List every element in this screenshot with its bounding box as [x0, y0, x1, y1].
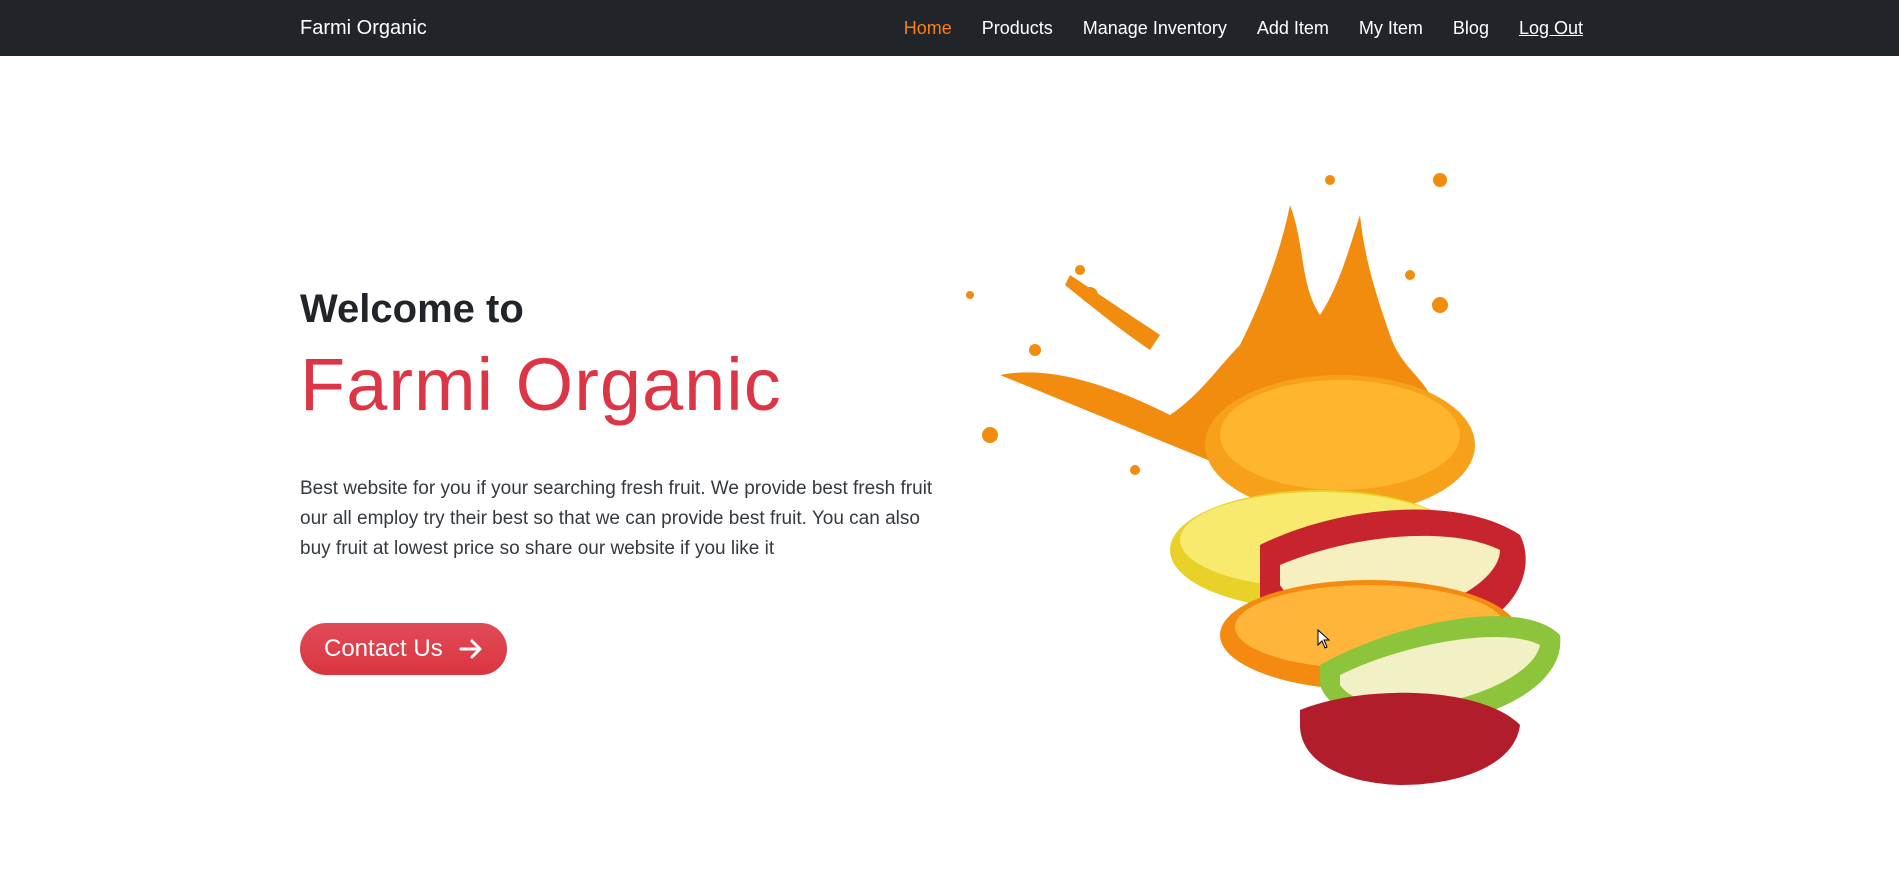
nav-link-blog[interactable]: Blog	[1453, 18, 1489, 39]
fruit-splash-image	[966, 173, 1561, 785]
nav-link-logout[interactable]: Log Out	[1519, 18, 1583, 39]
top-navbar: Farmi Organic Home Products Manage Inven…	[0, 0, 1899, 56]
navbar-brand[interactable]: Farmi Organic	[300, 17, 427, 40]
contact-us-label: Contact Us	[324, 634, 443, 662]
welcome-heading: Welcome to	[300, 287, 524, 331]
hero-text: Welcome to Farmi Organic Best website fo…	[300, 285, 940, 675]
nav-link-add-item[interactable]: Add Item	[1257, 18, 1329, 39]
nav-link-my-item[interactable]: My Item	[1359, 18, 1423, 39]
hero-description: Best website for you if your searching f…	[300, 477, 933, 559]
arrow-right-icon	[459, 639, 482, 659]
nav-links: Home Products Manage Inventory Add Item …	[904, 0, 1583, 56]
nav-link-products[interactable]: Products	[982, 18, 1053, 39]
contact-us-button[interactable]: Contact Us	[300, 622, 507, 675]
mouse-cursor-icon	[1317, 629, 1331, 649]
hero-title: Farmi Organic	[300, 343, 782, 426]
nav-link-home[interactable]: Home	[904, 18, 952, 39]
nav-link-manage-inventory[interactable]: Manage Inventory	[1083, 18, 1227, 39]
